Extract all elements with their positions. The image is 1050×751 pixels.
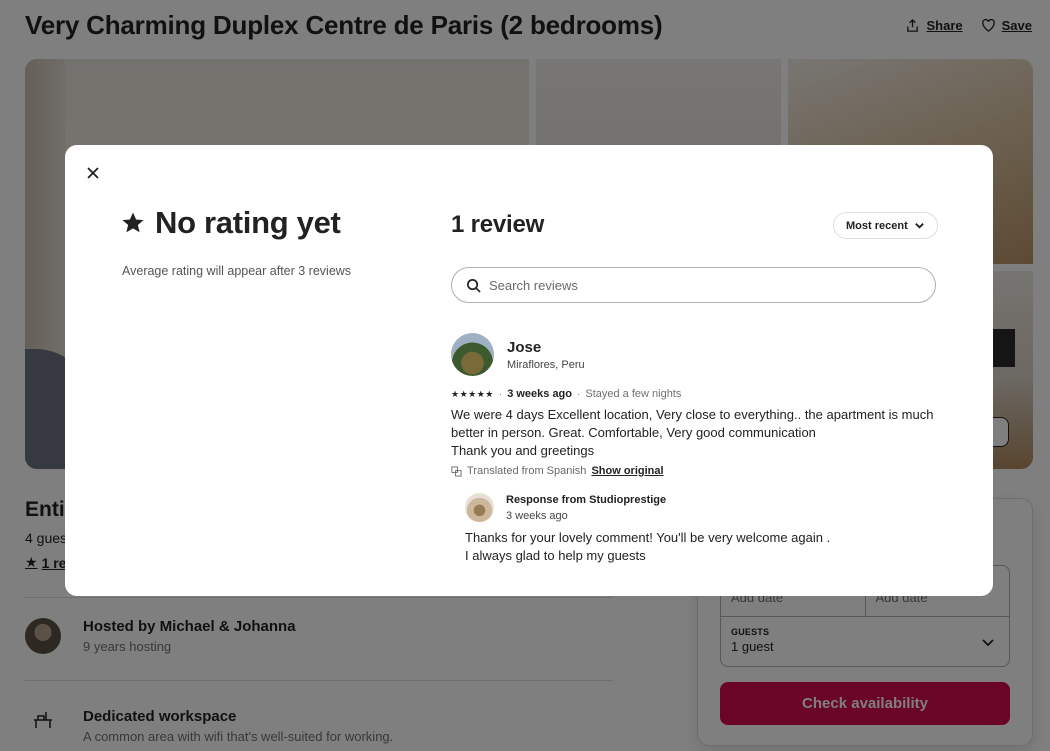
response-date: 3 weeks ago	[506, 509, 568, 522]
chevron-down-icon	[914, 223, 924, 229]
responder-avatar[interactable]	[465, 493, 494, 522]
review-item: Jose Miraflores, Peru ★★★★★ · 3 weeks ag…	[451, 333, 941, 565]
reviewer-avatar[interactable]	[451, 333, 494, 376]
separator-dot: ·	[577, 388, 581, 400]
sort-label: Most recent	[846, 219, 908, 232]
rating-title: No rating yet	[155, 205, 341, 240]
close-icon	[87, 167, 99, 179]
reviewer: Jose Miraflores, Peru	[451, 333, 941, 376]
search-reviews-field[interactable]	[451, 267, 936, 303]
translation-note: Translated from Spanish Show original	[451, 465, 941, 477]
show-original-link[interactable]: Show original	[591, 465, 663, 477]
sort-dropdown[interactable]: Most recent	[833, 212, 938, 239]
rating-subtitle: Average rating will appear after 3 revie…	[122, 264, 352, 278]
review-date: 3 weeks ago	[507, 388, 573, 400]
stay-length: Stayed a few nights	[585, 388, 682, 400]
reviewer-location: Miraflores, Peru	[507, 358, 585, 371]
response-from: Response from Studioprestige	[506, 493, 667, 506]
review-meta: ★★★★★ · 3 weeks ago · Stayed a few night…	[451, 388, 941, 400]
separator-dot: ·	[498, 388, 503, 400]
response-text: Thanks for your lovely comment! You'll b…	[465, 530, 831, 563]
review-text: We were 4 days Excellent location, Very …	[451, 407, 934, 458]
star-icon	[122, 212, 144, 233]
rating-heading: No rating yet	[121, 205, 341, 241]
search-input[interactable]	[489, 277, 909, 293]
reviewer-name: Jose	[507, 338, 542, 356]
host-response: Response from Studioprestige 3 weeks ago…	[465, 493, 941, 565]
reviews-modal: No rating yet Average rating will appear…	[65, 145, 993, 596]
review-stars: ★★★★★	[451, 388, 494, 399]
review-count: 1 review	[451, 211, 545, 238]
translate-icon	[451, 465, 462, 477]
translated-label: Translated from Spanish	[467, 465, 587, 477]
search-icon	[467, 278, 481, 293]
close-button[interactable]	[83, 163, 103, 183]
responder: Response from Studioprestige 3 weeks ago	[465, 493, 941, 522]
